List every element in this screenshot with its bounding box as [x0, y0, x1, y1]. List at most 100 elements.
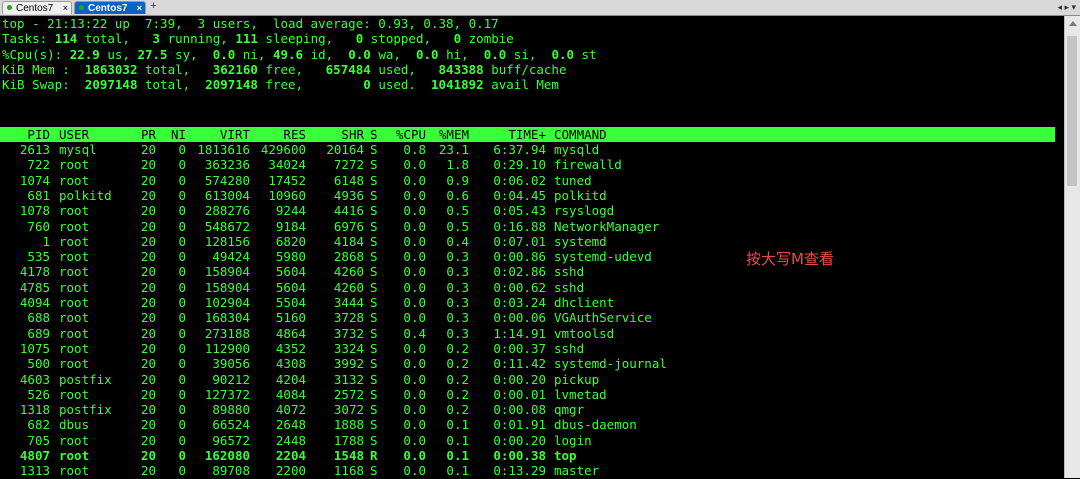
cell-pid: 500 [27, 356, 50, 372]
cell-pr: 20 [140, 157, 156, 173]
cell-cpu: 0.0 [403, 187, 426, 203]
cell-ni: 0 [178, 218, 186, 234]
cell-command: lvmetad [554, 386, 607, 402]
cell-state: S [370, 279, 378, 295]
cell-pr: 20 [140, 279, 156, 295]
cell-mem: 0.4 [446, 233, 469, 249]
cell-shr: 4416 [333, 203, 364, 219]
cell-pr: 20 [140, 295, 156, 310]
cell-mem: 0.3 [446, 295, 469, 310]
cell-shr: 3728 [333, 310, 364, 326]
cell-mem: 0.2 [446, 356, 469, 372]
cell-virt: 89708 [212, 463, 250, 479]
cell-shr: 3992 [333, 356, 364, 372]
cell-state: S [370, 172, 378, 188]
cell-shr: 3072 [333, 402, 364, 418]
connection-status-icon [7, 4, 12, 10]
cell-state: S [370, 386, 378, 402]
cell-user: root [59, 295, 90, 310]
cell-pid: 760 [27, 218, 50, 234]
cell-time: 0:03.24 [493, 295, 546, 310]
scrollbar-thumb[interactable] [1067, 36, 1077, 186]
cell-pr: 20 [140, 371, 156, 387]
cell-res: 2204 [275, 448, 306, 463]
cell-time: 0:06.02 [493, 172, 546, 188]
cell-shr: 6976 [333, 218, 364, 234]
annotation-note: 按大写M查看 [746, 250, 834, 268]
cell-time: 0:00.37 [493, 340, 546, 356]
cell-time: 0:00.06 [493, 310, 546, 326]
cell-user: root [59, 340, 90, 356]
cell-user: root [59, 432, 90, 448]
header-shr: SHR [341, 126, 364, 142]
cell-command: firewalld [554, 157, 622, 173]
cell-res: 4864 [275, 325, 306, 341]
tab-label: Centos7 [16, 3, 54, 14]
cell-ni: 0 [178, 386, 186, 402]
cell-virt: 363236 [204, 157, 250, 173]
cell-user: postfix [59, 371, 112, 387]
tab-centos7-1[interactable]: Centos7 × [2, 1, 72, 14]
cell-command: mysqld [554, 142, 600, 157]
cell-command: NetworkManager [554, 218, 660, 234]
cell-mem: 1.8 [446, 157, 469, 173]
cell-pr: 20 [140, 340, 156, 356]
cell-ni: 0 [178, 356, 186, 372]
cell-mem: 0.2 [446, 386, 469, 402]
cell-mem: 0.9 [446, 172, 469, 188]
header-command: COMMAND [554, 126, 607, 142]
cell-cpu: 0.0 [403, 203, 426, 219]
cell-state: S [370, 417, 378, 433]
cell-state: S [370, 249, 378, 265]
tab-menu-icon[interactable]: ◂ ▸ ▾ [1057, 2, 1076, 13]
vertical-scrollbar[interactable] [1064, 16, 1080, 478]
cell-ni: 0 [178, 325, 186, 341]
cell-mem: 0.3 [446, 325, 469, 341]
cell-virt: 288276 [204, 203, 250, 219]
cell-cpu: 0.0 [403, 172, 426, 188]
cell-user: mysql [59, 142, 97, 157]
cell-ni: 0 [178, 295, 186, 310]
cell-mem: 0.2 [446, 402, 469, 418]
cell-ni: 0 [178, 279, 186, 295]
cell-pr: 20 [140, 187, 156, 203]
close-tab-icon[interactable]: × [63, 2, 68, 15]
cell-shr: 1888 [333, 417, 364, 433]
cell-pid: 722 [27, 157, 50, 173]
cell-ni: 0 [178, 417, 186, 433]
close-tab-icon[interactable]: × [137, 2, 142, 15]
cell-cpu: 0.0 [403, 233, 426, 249]
cell-command: sshd [554, 264, 585, 280]
tab-label: Centos7 [88, 3, 128, 14]
cell-cpu: 0.0 [403, 310, 426, 326]
cell-res: 2448 [275, 432, 306, 448]
cell-ni: 0 [178, 310, 186, 326]
cell-shr: 20164 [326, 142, 364, 157]
cell-shr: 7272 [333, 157, 364, 173]
cell-pid: 1 [42, 233, 50, 249]
cell-pr: 20 [140, 448, 156, 463]
cell-ni: 0 [178, 233, 186, 249]
cell-user: root [59, 310, 90, 326]
cell-time: 0:02.86 [493, 264, 546, 280]
cell-res: 4084 [275, 386, 306, 402]
cell-cpu: 0.0 [403, 417, 426, 433]
header-mem: %MEM [438, 126, 469, 142]
terminal[interactable]: top - 21:13:22 up 7:39, 3 users, load av… [0, 16, 1064, 478]
cell-user: root [59, 249, 90, 265]
cell-ni: 0 [178, 264, 186, 280]
cell-command: qmgr [554, 402, 585, 418]
tab-centos7-2[interactable]: Centos7 × [74, 1, 146, 14]
cell-command: systemd-udevd [554, 249, 652, 265]
cell-time: 1:14.91 [493, 325, 546, 341]
new-tab-button[interactable]: + [148, 1, 159, 13]
cell-virt: 574280 [204, 172, 250, 188]
scroll-up-icon[interactable] [1069, 21, 1077, 26]
cell-ni: 0 [178, 157, 186, 173]
cell-mem: 0.6 [446, 187, 469, 203]
cell-mem: 0.2 [446, 371, 469, 387]
cell-command: dbus-daemon [554, 417, 637, 433]
cell-cpu: 0.0 [403, 386, 426, 402]
cell-cpu: 0.0 [403, 356, 426, 372]
cell-virt: 1813616 [197, 142, 250, 157]
